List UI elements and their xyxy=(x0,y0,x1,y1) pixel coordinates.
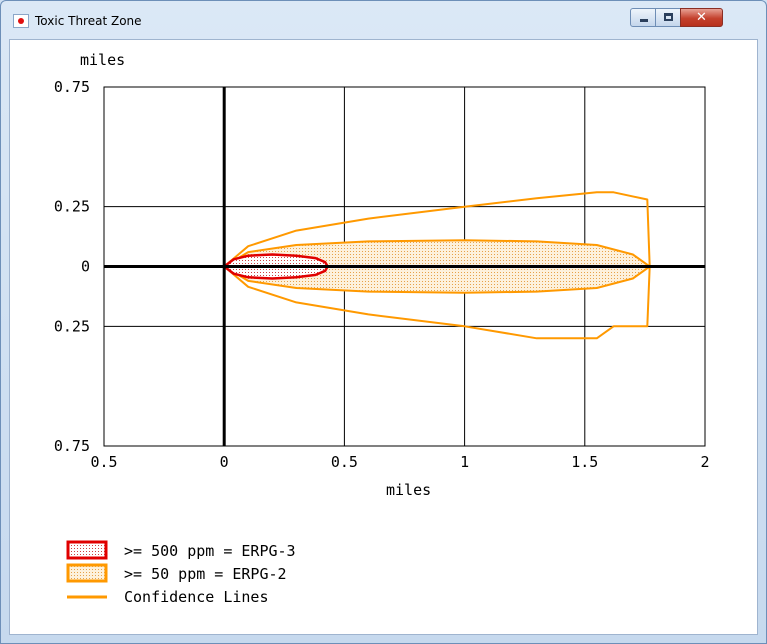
y-tick-label: 0.25 xyxy=(54,198,90,216)
window-title: Toxic Threat Zone xyxy=(35,14,142,28)
minimize-button[interactable] xyxy=(630,8,656,27)
app-window: Toxic Threat Zone ✕ 0.5 0 0.5 1 1.5 2 0.75 0.25… xyxy=(0,0,767,644)
close-button[interactable]: ✕ xyxy=(680,8,723,27)
legend-label-0: >= 500 ppm = ERPG-3 xyxy=(124,542,296,560)
x-tick-label: 1.5 xyxy=(571,453,598,471)
x-tick-label: 0 xyxy=(220,453,229,471)
y-axis-label: miles xyxy=(80,51,125,69)
y-tick-label: 0.75 xyxy=(54,437,90,455)
x-tick-label: 2 xyxy=(700,453,709,471)
y-tick-label: 0 xyxy=(81,258,90,276)
x-tick-label: 0.5 xyxy=(90,453,117,471)
app-icon xyxy=(13,14,29,28)
x-tick-label: 0.5 xyxy=(331,453,358,471)
legend-swatch-0 xyxy=(66,540,108,560)
plot-area: 0.5 0 0.5 1 1.5 2 0.75 0.25 0 0.25 0.75 miles mile… xyxy=(9,39,758,635)
maximize-icon xyxy=(664,13,673,21)
minimize-icon xyxy=(640,19,648,22)
y-tick-label: 0.25 xyxy=(54,317,90,335)
maximize-button[interactable] xyxy=(655,8,681,27)
y-tick-label: 0.75 xyxy=(54,78,90,96)
legend-label-2: Confidence Lines xyxy=(124,588,269,606)
close-icon: ✕ xyxy=(696,10,707,25)
title-bar[interactable]: Toxic Threat Zone ✕ xyxy=(1,1,766,39)
x-axis-label: miles xyxy=(386,481,431,499)
threat-zone-chart: 0.5 0 0.5 1 1.5 2 0.75 0.25 0 0.25 0.75 miles mile… xyxy=(54,51,710,606)
legend-label-1: >= 50 ppm = ERPG-2 xyxy=(124,565,287,583)
x-tick-label: 1 xyxy=(460,453,469,471)
legend-swatch-1 xyxy=(66,563,108,583)
